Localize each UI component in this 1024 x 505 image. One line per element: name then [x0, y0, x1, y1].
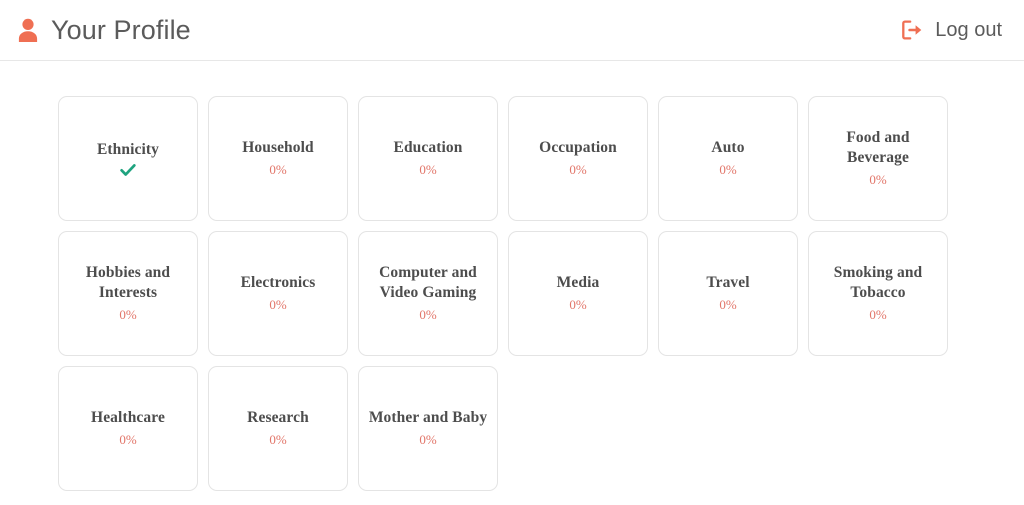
- profile-card-percent: 0%: [119, 432, 137, 448]
- profile-card[interactable]: Electronics 0%: [208, 231, 348, 356]
- check-icon: [120, 163, 136, 177]
- user-icon: [16, 17, 40, 43]
- profile-card[interactable]: Research 0%: [208, 366, 348, 491]
- profile-card-title: Mother and Baby: [368, 408, 488, 426]
- profile-card-title: Computer and Video Gaming: [379, 263, 477, 301]
- profile-card-title: Media: [556, 273, 600, 291]
- logout-button[interactable]: Log out: [902, 20, 1010, 40]
- profile-card[interactable]: Computer and Video Gaming 0%: [358, 231, 498, 356]
- logout-icon: [902, 20, 923, 40]
- profile-card[interactable]: Media 0%: [508, 231, 648, 356]
- profile-card[interactable]: Smoking and Tobacco 0%: [808, 231, 948, 356]
- logout-label: Log out: [935, 19, 1002, 41]
- profile-card-percent: 0%: [569, 297, 587, 313]
- profile-card-title: Occupation: [539, 138, 617, 156]
- profile-card[interactable]: Auto 0%: [658, 96, 798, 221]
- profile-card[interactable]: Food and Beverage 0%: [808, 96, 948, 221]
- profile-page: Your Profile Log out Ethnicity Household 0…: [0, 0, 1024, 505]
- profile-card-title: Food and Beverage: [846, 128, 910, 166]
- profile-card-title: Healthcare: [91, 408, 165, 426]
- profile-card[interactable]: Travel 0%: [658, 231, 798, 356]
- page-header: Your Profile Log out: [0, 0, 1024, 61]
- profile-card-title: Smoking and Tobacco: [833, 263, 923, 301]
- profile-card[interactable]: Education 0%: [358, 96, 498, 221]
- profile-card-percent: 0%: [419, 432, 437, 448]
- profile-card-title: Travel: [706, 273, 750, 291]
- profile-card-percent: 0%: [269, 432, 287, 448]
- profile-card-title: Ethnicity: [96, 140, 160, 158]
- profile-card-percent: 0%: [719, 297, 737, 313]
- profile-card-title: Hobbies and Interests: [85, 263, 171, 301]
- profile-card[interactable]: Occupation 0%: [508, 96, 648, 221]
- profile-card[interactable]: Mother and Baby 0%: [358, 366, 498, 491]
- profile-card-percent: 0%: [569, 162, 587, 178]
- profile-card-percent: 0%: [719, 162, 737, 178]
- profile-card-grid: Ethnicity Household 0% Education 0% Occupatio…: [58, 96, 956, 491]
- profile-card-title: Electronics: [240, 273, 316, 291]
- profile-card-percent: 0%: [269, 162, 287, 178]
- profile-card[interactable]: Household 0%: [208, 96, 348, 221]
- profile-card-percent: 0%: [269, 297, 287, 313]
- profile-card[interactable]: Healthcare 0%: [58, 366, 198, 491]
- header-brand: Your Profile: [14, 14, 191, 45]
- profile-card-title: Research: [247, 408, 309, 426]
- profile-card-percent: 0%: [869, 172, 887, 188]
- profile-card-percent: 0%: [419, 307, 437, 323]
- profile-card-percent: 0%: [419, 162, 437, 178]
- profile-card-title: Education: [393, 138, 463, 156]
- profile-card[interactable]: Ethnicity: [58, 96, 198, 221]
- profile-card-title: Household: [242, 138, 314, 156]
- profile-card-percent: 0%: [119, 307, 137, 323]
- profile-card-title: Auto: [711, 138, 745, 156]
- profile-card[interactable]: Hobbies and Interests 0%: [58, 231, 198, 356]
- profile-sections: Ethnicity Household 0% Education 0% Occupatio…: [0, 61, 1024, 491]
- profile-card-percent: 0%: [869, 307, 887, 323]
- page-title: Your Profile: [51, 14, 191, 45]
